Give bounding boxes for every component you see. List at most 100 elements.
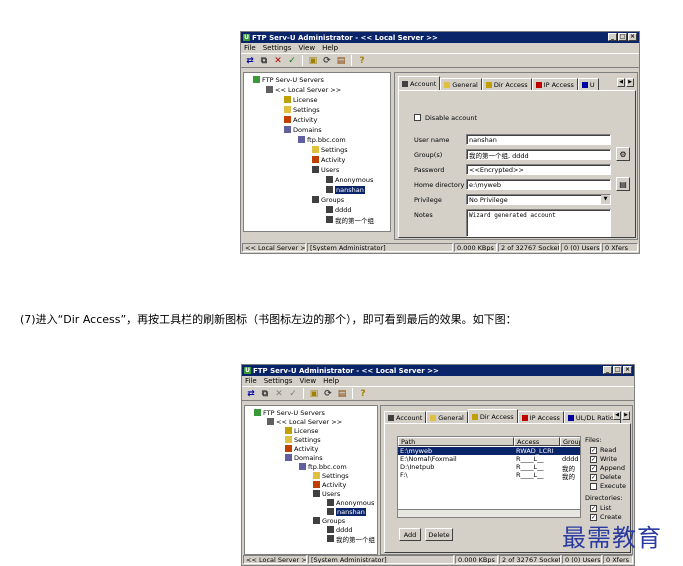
menu-help[interactable]: Help [323, 377, 339, 385]
privilege-select[interactable]: No Privilege ▼ [466, 194, 611, 205]
tree-node[interactable]: Activity [285, 444, 318, 453]
help-icon[interactable]: ? [356, 55, 368, 67]
tab-scroll-right[interactable]: ▶ [626, 78, 634, 87]
menu-view[interactable]: View [299, 377, 316, 385]
table-row[interactable]: E:\Nomal\Foxmail R____L__ dddd [398, 455, 580, 463]
tree-node[interactable]: Activity [312, 155, 345, 164]
list-checkbox[interactable]: ✓ List [590, 504, 611, 512]
apply-icon[interactable]: ✓ [287, 388, 299, 400]
user-name-field[interactable]: nanshan [466, 134, 611, 145]
password-field[interactable]: <<Encrypted>> [466, 164, 611, 175]
minimize-button[interactable]: _ [603, 366, 612, 374]
tab-account[interactable]: Account [384, 411, 427, 423]
execute-checkbox[interactable]: Execute [590, 482, 626, 490]
menu-view[interactable]: View [298, 44, 315, 52]
menu-help[interactable]: Help [322, 44, 338, 52]
tree-node[interactable]: Users [312, 165, 339, 174]
tree-node[interactable]: << Local Server >> [267, 417, 342, 426]
tab-account[interactable]: Account [398, 76, 441, 90]
book-icon[interactable]: ▤ [335, 55, 347, 67]
tree-node[interactable]: Activity [313, 480, 346, 489]
tree-node[interactable]: << Local Server >> [266, 85, 341, 94]
tree-node[interactable]: 我的第一个组 [326, 215, 374, 225]
read-checkbox[interactable]: ✓ Read [590, 446, 616, 454]
home-directory-field[interactable]: e:\myweb [466, 179, 611, 190]
menu-settings[interactable]: Settings [263, 44, 292, 52]
table-row[interactable]: F:\ R____L__ 我的 [398, 471, 580, 481]
tab-scroll-left[interactable]: ◀ [617, 78, 625, 87]
table-row[interactable]: E:\myweb RWAD_LCRI [398, 447, 580, 455]
select-groups-button[interactable]: ⚙ [616, 147, 630, 161]
tab-general[interactable]: General [426, 411, 468, 423]
tree-node[interactable]: License [285, 426, 319, 435]
notes-field[interactable]: Wizard generated account [466, 209, 611, 237]
menu-settings[interactable]: Settings [264, 377, 293, 385]
tab-ratios[interactable]: U [577, 78, 599, 90]
tree-node[interactable]: Groups [313, 516, 345, 525]
connect-icon[interactable]: ⇄ [244, 55, 256, 67]
maximize-button[interactable]: □ [613, 366, 622, 374]
tree-node[interactable]: Anonymous [326, 175, 373, 184]
tree-node[interactable]: Anonymous [327, 498, 374, 507]
tree-node[interactable]: Domains [285, 453, 323, 462]
copy-icon[interactable]: ⧉ [259, 388, 271, 400]
copy-icon[interactable]: ⧉ [258, 55, 270, 67]
help-icon[interactable]: ? [357, 388, 369, 400]
tree-node[interactable]: Groups [312, 195, 344, 204]
tree-node[interactable]: Settings [312, 145, 348, 154]
maximize-button[interactable]: □ [618, 33, 627, 41]
append-checkbox[interactable]: ✓ Append [590, 464, 625, 472]
menu-file[interactable]: File [245, 377, 257, 385]
delete-checkbox[interactable]: ✓ Delete [590, 473, 621, 481]
connect-icon[interactable]: ⇄ [245, 388, 257, 400]
delete-icon[interactable]: ✕ [272, 55, 284, 67]
dir-access-list[interactable]: Path Access Group E:\myweb RWAD_LCRI E:\N… [397, 436, 581, 518]
tree-node[interactable]: Settings [285, 435, 321, 444]
menu-file[interactable]: File [244, 44, 256, 52]
tree-node[interactable]: 我的第一个组 [327, 534, 375, 544]
tree-node[interactable]: dddd [326, 205, 352, 214]
tree-node-selected[interactable]: nanshan [326, 185, 365, 194]
tab-dir-access[interactable]: Dir Access [467, 409, 518, 423]
tree-node[interactable]: License [284, 95, 318, 104]
column-access[interactable]: Access [514, 437, 560, 446]
tree-node-selected[interactable]: nanshan [327, 507, 366, 516]
delete-icon[interactable]: ✕ [273, 388, 285, 400]
delete-button[interactable]: Delete [425, 528, 453, 541]
write-checkbox[interactable]: ✓ Write [590, 455, 617, 463]
folder-icon[interactable]: ▣ [307, 55, 319, 67]
book-icon[interactable]: ▤ [336, 388, 348, 400]
browse-folder-button[interactable]: ▤ [616, 177, 630, 191]
close-button[interactable]: × [623, 366, 632, 374]
tree-node[interactable]: Domains [284, 125, 322, 134]
tree-node[interactable]: FTP Serv-U Servers [253, 75, 324, 84]
column-group[interactable]: Group [560, 437, 580, 446]
disable-account-checkbox[interactable] [414, 114, 421, 121]
close-button[interactable]: × [628, 33, 637, 41]
column-path[interactable]: Path [398, 437, 514, 446]
tree-node[interactable]: ftp.bbc.com [298, 135, 346, 144]
tree-node[interactable]: Activity [284, 115, 317, 124]
tab-ip-access[interactable]: IP Access [531, 78, 578, 90]
tab-scroll-right[interactable]: ▶ [622, 411, 630, 420]
refresh-icon[interactable]: ⟳ [322, 388, 334, 400]
refresh-icon[interactable]: ⟳ [321, 55, 333, 67]
add-button[interactable]: Add [399, 528, 421, 541]
groups-field[interactable]: 我的第一个组, dddd [466, 149, 611, 160]
apply-icon[interactable]: ✓ [286, 55, 298, 67]
tab-ip-access[interactable]: IP Access [517, 411, 564, 423]
tree-node[interactable]: Settings [284, 105, 320, 114]
tree-node[interactable]: FTP Serv-U Servers [254, 408, 325, 417]
folder-icon[interactable]: ▣ [308, 388, 320, 400]
tree-node[interactable]: Settings [313, 471, 349, 480]
table-row[interactable]: D:\Inetpub R____L__ 我的 [398, 463, 580, 473]
horizontal-scrollbar[interactable] [398, 509, 580, 517]
tree-node[interactable]: Users [313, 489, 340, 498]
tab-dir-access[interactable]: Dir Access [481, 78, 532, 90]
tab-scroll-left[interactable]: ◀ [613, 411, 621, 420]
chevron-down-icon[interactable]: ▼ [601, 195, 610, 204]
caption-text: (7)进入“Dir Access”，再按工具栏的刷新图标（书图标左边的那个），即… [20, 313, 517, 326]
minimize-button[interactable]: _ [608, 33, 617, 41]
tab-general[interactable]: General [440, 78, 482, 90]
tree-node[interactable]: ftp.bbc.com [299, 462, 347, 471]
